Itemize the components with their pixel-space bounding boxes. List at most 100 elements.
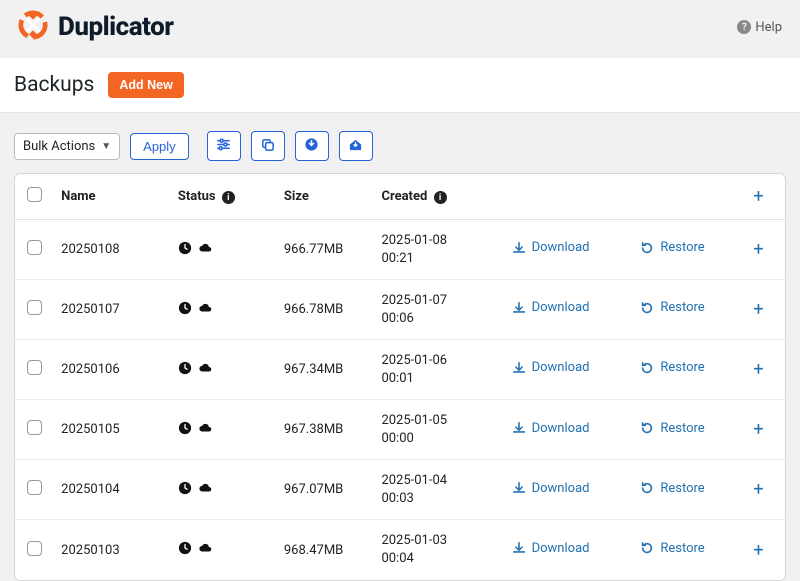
clock-icon — [178, 541, 192, 559]
expand-all-button[interactable]: + — [732, 174, 785, 220]
restore-button[interactable]: Restore — [640, 300, 704, 315]
copy-icon — [260, 137, 275, 155]
restore-button[interactable]: Restore — [640, 481, 704, 496]
row-checkbox[interactable] — [27, 360, 42, 375]
add-new-button[interactable]: Add New — [108, 72, 183, 98]
table-header-row: Name Status i Size Created i + — [15, 174, 785, 220]
cloud-icon — [198, 481, 212, 499]
table-row: 20250107 966.78MB2025-01-0700:06 Download R… — [15, 280, 785, 340]
row-created: 2025-01-0700:06 — [381, 292, 480, 327]
bulk-actions-select[interactable]: Bulk Actions ▼ — [14, 133, 120, 160]
expand-row-button[interactable]: + — [732, 280, 785, 340]
download-button[interactable]: Download — [512, 300, 590, 315]
row-size: 967.07MB — [276, 460, 374, 520]
restore-button[interactable]: Restore — [640, 240, 704, 255]
table-row: 20250106 967.34MB2025-01-0600:01 Download R… — [15, 340, 785, 400]
col-name-header: Name — [53, 174, 170, 220]
row-name: 20250103 — [53, 520, 170, 580]
row-name: 20250104 — [53, 460, 170, 520]
row-created: 2025-01-0600:01 — [381, 352, 480, 387]
copy-button[interactable] — [251, 131, 285, 161]
table-row: 20250103 968.47MB2025-01-0300:04 Download R… — [15, 520, 785, 580]
download-button[interactable]: Download — [512, 240, 590, 255]
restore-button[interactable]: Restore — [640, 360, 704, 375]
title-bar: Backups Add New — [0, 58, 800, 113]
download-circle-icon — [304, 137, 319, 155]
row-size: 966.78MB — [276, 280, 374, 340]
info-icon[interactable]: i — [222, 191, 235, 204]
col-created-header: Created i — [373, 174, 488, 220]
sliders-icon — [216, 137, 231, 155]
clock-icon — [178, 241, 192, 259]
row-size: 967.34MB — [276, 340, 374, 400]
help-link[interactable]: ? Help — [737, 20, 782, 35]
row-status — [178, 301, 268, 319]
clock-icon — [178, 421, 192, 439]
col-size-header: Size — [276, 174, 374, 220]
row-status — [178, 241, 268, 259]
bulk-actions-label: Bulk Actions — [23, 139, 95, 154]
download-button[interactable]: Download — [512, 481, 590, 496]
clock-icon — [178, 361, 192, 379]
col-created-label: Created — [381, 189, 427, 204]
row-created: 2025-01-0300:04 — [381, 532, 480, 567]
row-name: 20250106 — [53, 340, 170, 400]
toolbar: Bulk Actions ▼ Apply — [0, 113, 800, 173]
brand-logo-icon — [18, 10, 48, 44]
cloud-icon — [198, 541, 212, 559]
row-checkbox[interactable] — [27, 300, 42, 315]
restore-button[interactable]: Restore — [640, 541, 704, 556]
brand-name: Duplicator — [58, 12, 173, 42]
backups-table: Name Status i Size Created i + 202501089… — [14, 173, 786, 581]
home-arrow-icon — [348, 137, 363, 155]
expand-row-button[interactable]: + — [732, 220, 785, 280]
download-button[interactable]: Download — [512, 421, 590, 436]
row-checkbox[interactable] — [27, 541, 42, 556]
row-checkbox[interactable] — [27, 480, 42, 495]
caret-down-icon: ▼ — [101, 141, 111, 152]
restore-button[interactable]: Restore — [640, 421, 704, 436]
cloud-icon — [198, 241, 212, 259]
clock-icon — [178, 481, 192, 499]
row-created: 2025-01-0500:00 — [381, 412, 480, 447]
row-size: 968.47MB — [276, 520, 374, 580]
row-size: 967.38MB — [276, 400, 374, 460]
help-label: Help — [755, 20, 782, 35]
download-button[interactable]: Download — [512, 360, 590, 375]
row-status — [178, 541, 268, 559]
expand-row-button[interactable]: + — [732, 400, 785, 460]
row-name: 20250107 — [53, 280, 170, 340]
row-checkbox[interactable] — [27, 240, 42, 255]
apply-button[interactable]: Apply — [130, 133, 189, 160]
row-size: 966.77MB — [276, 220, 374, 280]
expand-row-button[interactable]: + — [732, 460, 785, 520]
table-row: 20250108966.77MB2025-01-0800:21DownloadR… — [15, 220, 785, 280]
migrate-button[interactable] — [339, 131, 373, 161]
select-all-checkbox[interactable] — [27, 187, 42, 202]
download-button[interactable]: Download — [512, 541, 590, 556]
brand: Duplicator — [18, 10, 173, 44]
cloud-icon — [198, 361, 212, 379]
help-icon: ? — [737, 20, 751, 34]
table-row: 20250105 967.38MB2025-01-0500:00 Download R… — [15, 400, 785, 460]
table-row: 20250104 967.07MB2025-01-0400:03 Download R… — [15, 460, 785, 520]
cloud-icon — [198, 301, 212, 319]
page-title: Backups — [14, 73, 94, 97]
download-all-button[interactable] — [295, 131, 329, 161]
clock-icon — [178, 301, 192, 319]
settings-button[interactable] — [207, 131, 241, 161]
row-status — [178, 481, 268, 499]
row-created: 2025-01-0800:21 — [381, 232, 480, 267]
row-created: 2025-01-0400:03 — [381, 472, 480, 507]
col-status-label: Status — [178, 189, 216, 204]
expand-row-button[interactable]: + — [732, 520, 785, 580]
info-icon[interactable]: i — [434, 191, 447, 204]
row-checkbox[interactable] — [27, 420, 42, 435]
row-name: 20250105 — [53, 400, 170, 460]
row-status — [178, 421, 268, 439]
toolbar-icon-group — [207, 131, 373, 161]
expand-row-button[interactable]: + — [732, 340, 785, 400]
row-status — [178, 361, 268, 379]
top-bar: Duplicator ? Help — [0, 0, 800, 58]
col-status-header: Status i — [170, 174, 276, 220]
